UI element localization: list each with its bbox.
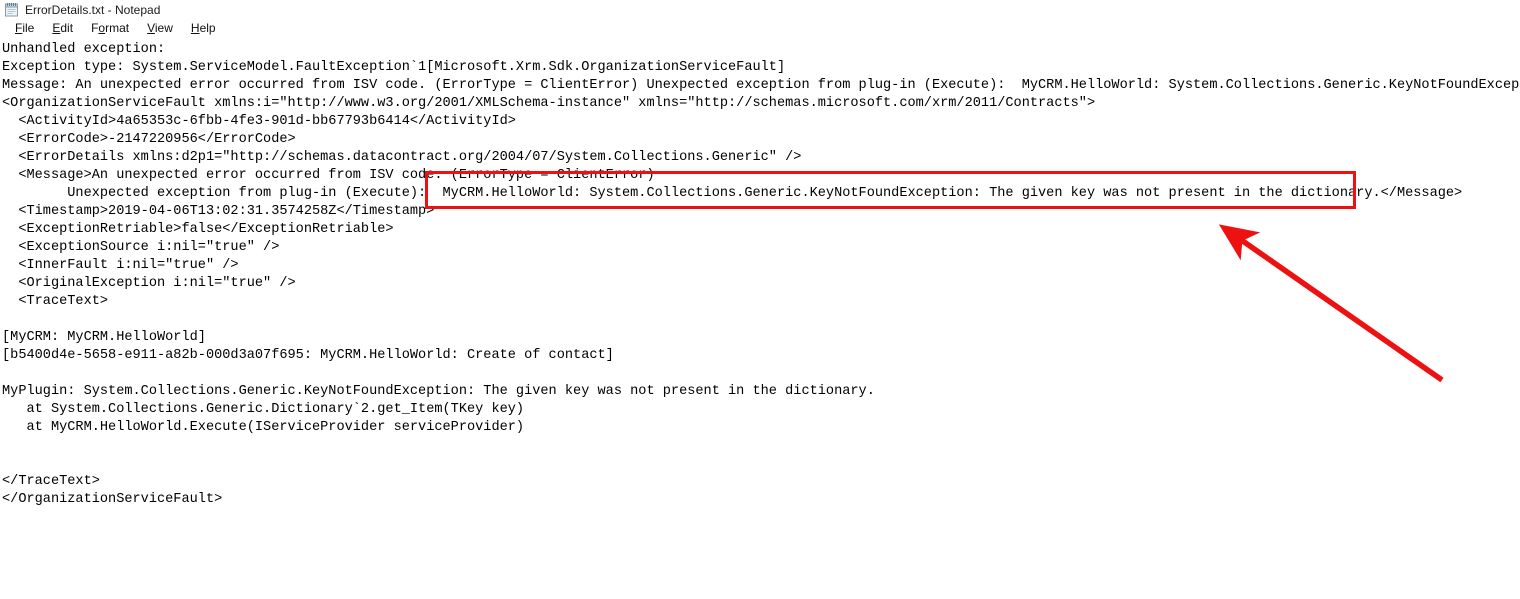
notepad-icon [4,2,19,17]
menu-item-file[interactable]: File [6,21,43,36]
text-line: <OrganizationServiceFault xmlns:i="http:… [2,96,1096,111]
menu-item-edit[interactable]: Edit [43,21,82,36]
document-text[interactable]: Unhandled exception: Exception type: Syst… [2,41,1520,509]
text-line: [b5400d4e-5658-e911-a82b-000d3a07f695: M… [2,348,614,363]
text-line: at System.Collections.Generic.Dictionary… [2,402,525,417]
text-line: </TraceText> [2,474,100,489]
text-line: <OriginalException i:nil="true" /> [2,276,296,291]
text-line: <ErrorCode>-2147220956</ErrorCode> [2,132,296,147]
text-line: <TraceText> [2,294,109,309]
text-line [2,455,1520,473]
window-title: ErrorDetails.txt - Notepad [25,2,161,17]
text-editor-area[interactable]: Unhandled exception: Exception type: Syst… [0,38,1520,599]
text-line [2,311,1520,329]
text-line: at MyCRM.HelloWorld.Execute(IServiceProv… [2,420,525,435]
text-line: <ErrorDetails xmlns:d2p1="http://schemas… [2,150,802,165]
text-line: <Timestamp>2019-04-06T13:02:31.3574258Z<… [2,204,435,219]
text-line: <Message>An unexpected error occurred fr… [2,168,655,183]
text-line: Exception type: System.ServiceModel.Faul… [2,60,786,75]
text-line: MyPlugin: System.Collections.Generic.Key… [2,384,875,399]
menu-item-view[interactable]: View [138,21,182,36]
text-line: <ExceptionRetriable>false</ExceptionRetr… [2,222,394,237]
text-line [2,365,1520,383]
text-line: [MyCRM: MyCRM.HelloWorld] [2,330,206,345]
text-line: Unexpected exception from plug-in (Execu… [2,186,1463,201]
text-line: </OrganizationServiceFault> [2,492,223,507]
title-bar: ErrorDetails.txt - Notepad [0,0,1520,19]
notepad-window: ErrorDetails.txt - Notepad File Edit For… [0,0,1520,599]
text-line: <ActivityId>4a65353c-6fbb-4fe3-901d-bb67… [2,114,516,129]
menu-item-help[interactable]: Help [182,21,225,36]
text-line: <ExceptionSource i:nil="true" /> [2,240,280,255]
menu-bar: File Edit Format View Help [0,19,1520,38]
menu-item-format[interactable]: Format [82,21,138,36]
text-line: Message: An unexpected error occurred fr… [2,78,1520,93]
text-line: <InnerFault i:nil="true" /> [2,258,239,273]
text-line: Unhandled exception: [2,42,166,57]
text-line [2,437,1520,455]
